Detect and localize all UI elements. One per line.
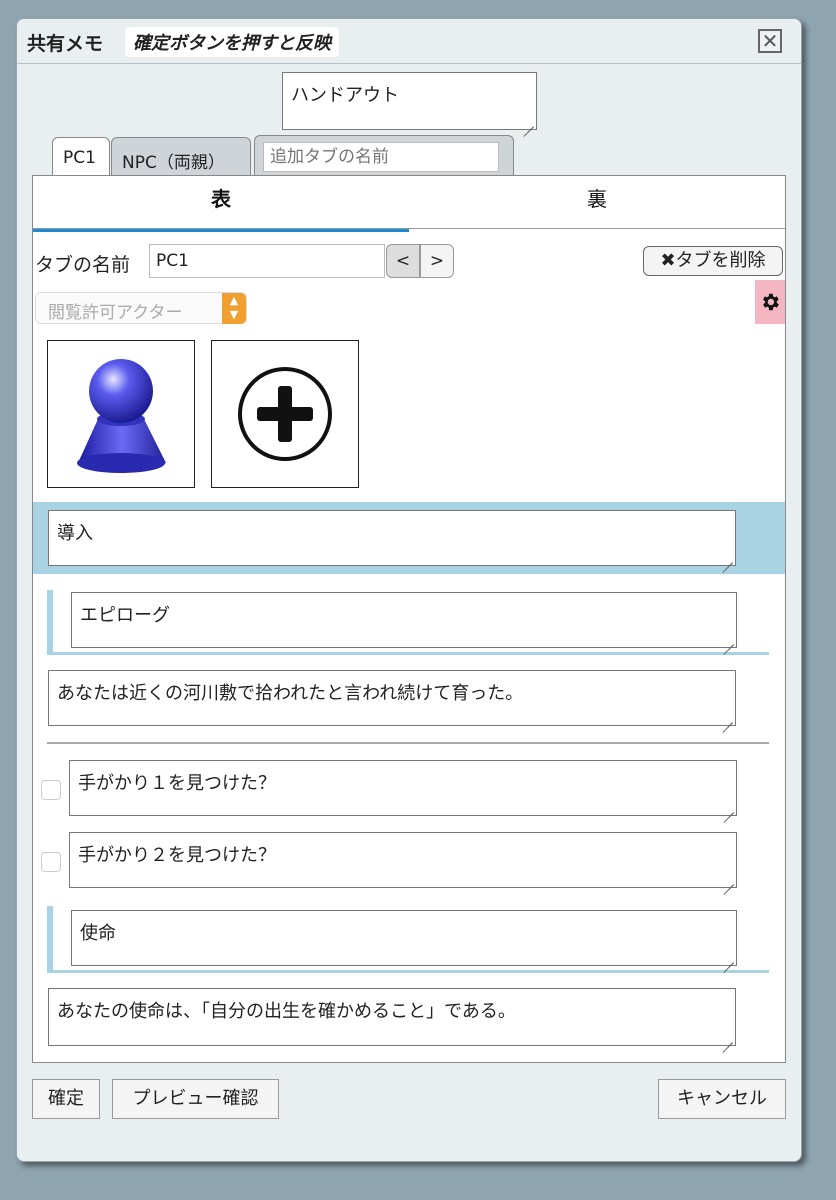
confirm-label: 確定: [48, 1088, 84, 1109]
subheading-text: エピローグ: [80, 605, 170, 626]
shared-memo-dialog: 共有メモ 確定ボタンを押すと反映 ✕ ハンドアウト PC1 NPC（両親） 表 …: [16, 18, 802, 1162]
side-tab-label: 裏: [587, 187, 607, 211]
resize-grip-icon[interactable]: [721, 711, 733, 723]
text-content: あなたの使命は、「自分の出生を確かめること」である。: [57, 1001, 516, 1022]
tab-content-panel: 表 裏 タブの名前 PC1 < > ✖タブを削除 閲覧許可アクター ▲ ▼ 導入…: [32, 175, 786, 1063]
subheading-bar: [47, 590, 53, 654]
subheading-field[interactable]: エピローグ: [71, 592, 737, 648]
check-item-field[interactable]: 手がかり１を見つけた？: [69, 760, 737, 816]
tab-pc1[interactable]: PC1: [52, 137, 110, 177]
check-item-text: 手がかり２を見つけた？: [78, 845, 276, 866]
resize-grip-icon[interactable]: [721, 1031, 733, 1043]
add-image-tile[interactable]: [211, 340, 359, 488]
next-label: >: [429, 251, 445, 271]
subheading-bar: [47, 906, 53, 972]
text-content: あなたは近くの河川敷で拾われたと言われ続けて育った。: [57, 683, 524, 704]
actor-select-value: 閲覧許可アクター: [48, 303, 183, 323]
prev-label: <: [395, 251, 411, 271]
tab-name-input[interactable]: PC1: [149, 244, 385, 278]
dialog-title: 共有メモ: [27, 33, 104, 55]
close-icon[interactable]: ✕: [758, 29, 782, 53]
resize-grip-icon[interactable]: [722, 951, 734, 963]
heading-field[interactable]: 導入: [48, 510, 736, 566]
preview-button[interactable]: プレビュー確認: [112, 1079, 279, 1119]
delete-tab-button[interactable]: ✖タブを削除: [643, 246, 783, 276]
tab-npc-parents[interactable]: NPC（両親）: [111, 137, 251, 175]
side-tab-back[interactable]: 裏: [409, 176, 785, 228]
subheading-underline: [47, 652, 769, 655]
dialog-subtitle: 確定ボタンを押すと反映: [125, 27, 339, 57]
memo-title-field[interactable]: ハンドアウト: [282, 72, 537, 130]
tab-name-label: タブの名前: [35, 254, 131, 276]
avatar-image-tile[interactable]: [47, 340, 195, 488]
cancel-label: キャンセル: [677, 1088, 767, 1109]
side-tabs-divider: [33, 228, 785, 229]
text-field[interactable]: あなたは近くの河川敷で拾われたと言われ続けて育った。: [48, 670, 736, 726]
subheading-field[interactable]: 使命: [71, 910, 737, 966]
resize-grip-icon[interactable]: [522, 115, 534, 127]
title-bar[interactable]: 共有メモ 確定ボタンを押すと反映 ✕: [17, 19, 801, 64]
delete-tab-label: ✖タブを削除: [660, 250, 766, 271]
subheading-text: 使命: [80, 923, 116, 944]
tab-name-value: PC1: [156, 251, 189, 271]
memo-title-text: ハンドアウト: [291, 85, 399, 106]
add-tab-input[interactable]: [263, 142, 499, 172]
tab-label: PC1: [63, 148, 96, 168]
resize-grip-icon[interactable]: [722, 801, 734, 813]
check-item-field[interactable]: 手がかり２を見つけた？: [69, 832, 737, 888]
preview-label: プレビュー確認: [132, 1088, 259, 1109]
side-tab-label: 表: [211, 187, 231, 211]
text-field[interactable]: あなたの使命は、「自分の出生を確かめること」である。: [48, 988, 736, 1046]
heading-text: 導入: [57, 523, 93, 544]
avatar-icon: [77, 359, 166, 473]
add-circle-icon: [238, 367, 332, 461]
move-tab-right-button[interactable]: >: [420, 244, 454, 278]
subheading-underline: [47, 970, 769, 973]
move-tab-left-button[interactable]: <: [386, 244, 420, 278]
resize-grip-icon[interactable]: [722, 873, 734, 885]
checkbox[interactable]: [41, 852, 61, 872]
checkbox[interactable]: [41, 780, 61, 800]
cancel-button[interactable]: キャンセル: [658, 1079, 786, 1119]
check-item-text: 手がかり１を見つけた？: [78, 773, 276, 794]
confirm-button[interactable]: 確定: [32, 1079, 100, 1119]
resize-grip-icon[interactable]: [721, 551, 733, 563]
gear-icon: [763, 293, 779, 311]
settings-button[interactable]: [755, 280, 785, 324]
resize-grip-icon[interactable]: [722, 633, 734, 645]
select-arrow-icon: ▲ ▼: [222, 293, 246, 324]
actor-select[interactable]: 閲覧許可アクター ▲ ▼: [35, 292, 247, 324]
tab-label: NPC（両親）: [122, 153, 225, 173]
side-tab-front[interactable]: 表: [33, 176, 409, 232]
add-tab-area: [254, 135, 514, 175]
divider-line: [47, 742, 769, 744]
